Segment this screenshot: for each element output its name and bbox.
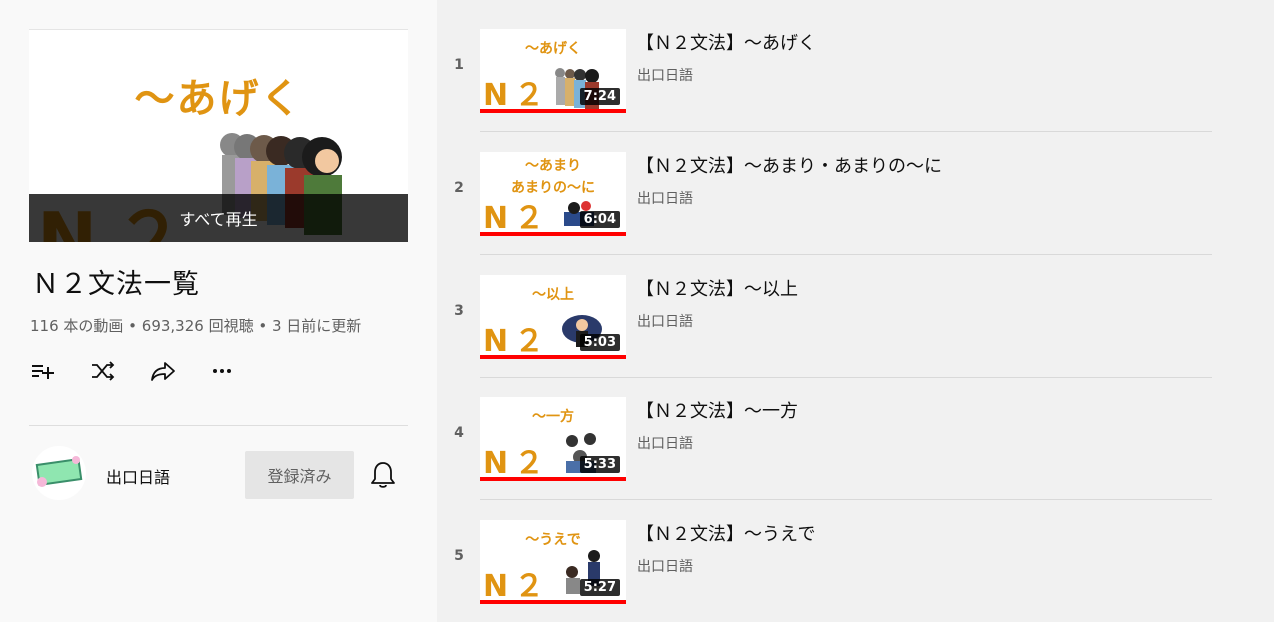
play-all-button[interactable]: すべて再生 xyxy=(29,194,408,242)
video-title[interactable]: 【Ｎ２文法】～あまり・あまりの～に xyxy=(636,152,942,178)
subscribed-button[interactable]: 登録済み xyxy=(245,451,354,499)
sidebar-divider xyxy=(29,425,408,426)
thumbnail-level: N２ xyxy=(483,324,551,359)
video-index: 5 xyxy=(454,548,464,564)
thumbnail-title: ～あげく xyxy=(525,41,581,57)
thumbnail-title: ～以上 xyxy=(532,287,574,303)
video-duration: 5:03 xyxy=(579,334,620,351)
thumbnail-level: N２ xyxy=(483,569,551,604)
watch-progress-bar xyxy=(480,477,626,481)
video-duration: 5:27 xyxy=(579,579,620,596)
video-channel[interactable]: 出口日語 xyxy=(637,188,693,208)
watch-progress-bar xyxy=(480,109,626,113)
channel-name[interactable]: 出口日語 xyxy=(106,464,170,488)
more-icon[interactable] xyxy=(210,358,270,384)
playlist-meta: 116 本の動画 • 693,326 回視聴 • 3 日前に更新 xyxy=(30,317,362,335)
video-channel[interactable]: 出口日語 xyxy=(637,65,693,85)
playlist-title: Ｎ２文法一覧 xyxy=(32,269,200,300)
video-title[interactable]: 【Ｎ２文法】～うえで xyxy=(636,520,815,546)
video-title[interactable]: 【Ｎ２文法】～以上 xyxy=(636,275,798,301)
playlist-video-row[interactable]: 4 ～一方 N２ 5:33 【Ｎ２文法】～一方 出口日語 xyxy=(446,391,1212,491)
thumbnail-level: N２ xyxy=(483,201,551,236)
video-index: 2 xyxy=(454,180,464,196)
channel-avatar[interactable] xyxy=(32,446,86,500)
row-divider xyxy=(480,377,1212,378)
bell-icon[interactable] xyxy=(369,460,397,490)
video-title[interactable]: 【Ｎ２文法】～一方 xyxy=(636,397,798,423)
playlist-sidebar: ～あげく N２ すべて再生 Ｎ２文法一覧 116 本の動画 • 693,326 … xyxy=(0,0,437,622)
thumbnail-title: ～あまり あまりの～に xyxy=(511,158,595,196)
save-to-playlist-icon[interactable] xyxy=(30,358,90,384)
row-divider xyxy=(480,499,1212,500)
playlist-actions xyxy=(30,358,270,384)
row-divider xyxy=(480,254,1212,255)
thumbnail-level: N２ xyxy=(483,78,551,113)
video-channel[interactable]: 出口日語 xyxy=(637,433,693,453)
video-thumbnail[interactable]: ～一方 N２ 5:33 xyxy=(480,397,626,481)
video-thumbnail[interactable]: ～うえで N２ 5:27 xyxy=(480,520,626,604)
video-index: 1 xyxy=(454,57,464,73)
row-divider xyxy=(480,131,1212,132)
video-channel[interactable]: 出口日語 xyxy=(637,311,693,331)
video-thumbnail[interactable]: ～あまり あまりの～に N２ 6:04 xyxy=(480,152,626,236)
share-icon[interactable] xyxy=(150,358,210,384)
video-channel[interactable]: 出口日語 xyxy=(637,556,693,576)
video-duration: 5:33 xyxy=(579,456,620,473)
playlist-thumbnail[interactable]: ～あげく N２ すべて再生 xyxy=(29,29,408,242)
watch-progress-bar xyxy=(480,355,626,359)
playlist-video-row[interactable]: 5 ～うえで N２ 5:27 【Ｎ２文法】～うえで 出口日語 xyxy=(446,514,1212,614)
watch-progress-bar xyxy=(480,600,626,604)
playlist-video-row[interactable]: 3 ～以上 N２ 5:03 【Ｎ２文法】～以上 出口日語 xyxy=(446,269,1212,369)
video-thumbnail[interactable]: ～あげく N２ 7:24 xyxy=(480,29,626,113)
thumbnail-title: ～あげく xyxy=(134,76,303,122)
thumbnail-title: ～一方 xyxy=(532,409,574,425)
playlist-video-row[interactable]: 1 ～あげく N２ 7:24 【Ｎ２文法】～あげく 出口日語 xyxy=(446,23,1212,123)
video-thumbnail[interactable]: ～以上 N２ 5:03 xyxy=(480,275,626,359)
shuffle-icon[interactable] xyxy=(90,358,150,384)
playlist-video-row[interactable]: 2 ～あまり あまりの～に N２ 6:04 【Ｎ２文法】～あまり・あまりの～に … xyxy=(446,146,1212,246)
video-index: 3 xyxy=(454,303,464,319)
video-index: 4 xyxy=(454,425,464,441)
video-title[interactable]: 【Ｎ２文法】～あげく xyxy=(636,29,816,55)
video-duration: 7:24 xyxy=(579,88,620,105)
video-duration: 6:04 xyxy=(579,211,620,228)
watch-progress-bar xyxy=(480,232,626,236)
thumbnail-level: N２ xyxy=(483,446,551,481)
